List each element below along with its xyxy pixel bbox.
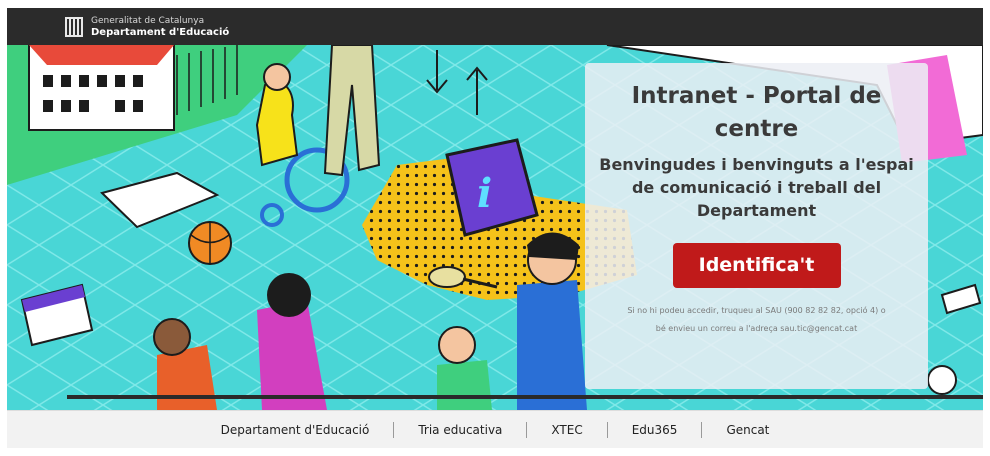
info-icon: i: [477, 170, 492, 217]
hero-banner: i Intranet - Portal de centre Benvingude…: [7, 45, 983, 410]
page: Generalitat de Catalunya Departament d'E…: [7, 8, 983, 448]
org-name-line1: Generalitat de Catalunya: [91, 16, 205, 26]
footer-link-gencat[interactable]: Gencat: [702, 423, 793, 437]
footer-link-xtec[interactable]: XTEC: [527, 423, 606, 437]
org-name-line2: Departament d'Educació: [91, 27, 230, 38]
identify-button[interactable]: Identifica't: [672, 243, 841, 288]
footer-nav: Departament d'Educació Tria educativa XT…: [7, 411, 983, 448]
panel-title: Intranet - Portal de centre: [631, 83, 882, 142]
org-name: Generalitat de Catalunya Departament d'E…: [91, 16, 229, 38]
help-text: Si no hi podeu accedir, truqueu al SAU (…: [627, 306, 886, 333]
footer-link-edu365[interactable]: Edu365: [608, 423, 702, 437]
footer: Departament d'Educació Tria educativa XT…: [7, 410, 983, 448]
footer-link-departament[interactable]: Departament d'Educació: [197, 423, 394, 437]
generalitat-emblem-icon: [65, 17, 83, 37]
footer-link-tria-educativa[interactable]: Tria educativa: [394, 423, 526, 437]
panel-subtitle: Benvingudes i benvinguts a l'espai de co…: [599, 155, 914, 220]
login-panel: Intranet - Portal de centre Benvingudes …: [585, 63, 928, 389]
top-bar: Generalitat de Catalunya Departament d'E…: [7, 8, 983, 45]
generalitat-logo[interactable]: Generalitat de Catalunya Departament d'E…: [65, 16, 229, 38]
